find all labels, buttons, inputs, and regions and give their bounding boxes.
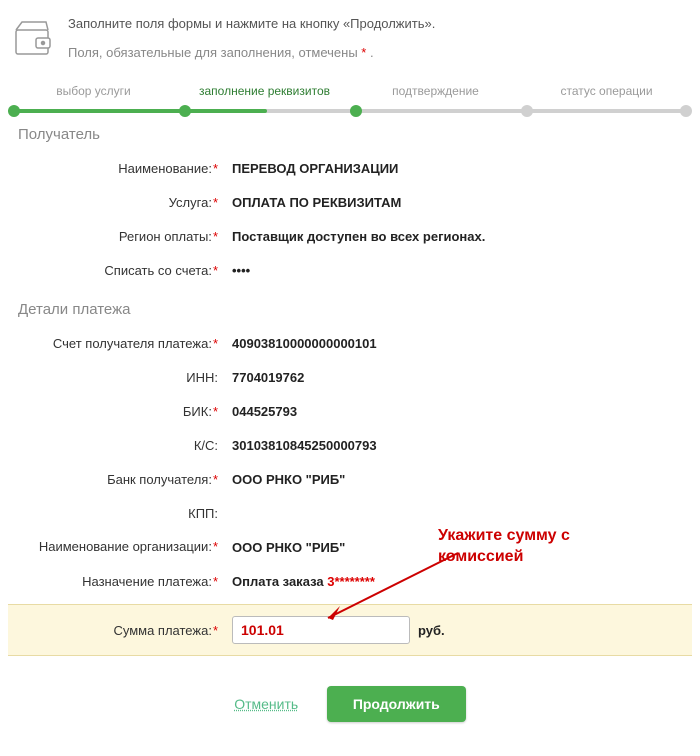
account-label: Списать со счета: <box>104 263 212 278</box>
region-label: Регион оплаты: <box>119 229 212 244</box>
amount-input[interactable] <box>232 616 410 644</box>
ks-label: К/С: <box>194 438 218 453</box>
orgname-value: ООО РНКО "РИБ" <box>222 540 345 555</box>
name-value: ПЕРЕВОД ОРГАНИЗАЦИИ <box>222 161 398 176</box>
purpose-label: Назначение платежа: <box>82 574 212 589</box>
bank-label: Банк получателя: <box>107 472 212 487</box>
bik-label: БИК: <box>183 404 212 419</box>
step-4: статус операции <box>521 84 692 98</box>
progress-stepper: выбор услуги заполнение реквизитов подтв… <box>8 87 692 101</box>
recipient-acc-label: Счет получателя платежа: <box>53 336 212 351</box>
wallet-icon <box>8 10 68 67</box>
region-value: Поставщик доступен во всех регионах. <box>222 229 485 244</box>
details-section-title: Детали платежа <box>18 301 692 318</box>
recipient-acc-value: 40903810000000000101 <box>222 336 377 351</box>
required-fields-note: Поля, обязательные для заполнения, отмеч… <box>68 43 435 64</box>
continue-button[interactable]: Продолжить <box>327 686 466 722</box>
account-value: •••• <box>222 263 250 278</box>
purpose-value: Оплата заказа 3******** <box>222 574 375 589</box>
step-3: подтверждение <box>350 84 521 98</box>
ks-value: 30103810845250000793 <box>222 438 377 453</box>
instruction-text: Заполните поля формы и нажмите на кнопку… <box>68 14 435 35</box>
bank-value: ООО РНКО "РИБ" <box>222 472 345 487</box>
step-2: заполнение реквизитов <box>179 84 350 98</box>
cancel-button[interactable]: Отменить <box>234 696 298 712</box>
service-label: Услуга: <box>169 195 212 210</box>
receiver-section-title: Получатель <box>18 126 692 143</box>
orgname-label: Наименование организации: <box>39 539 212 554</box>
kpp-label: КПП: <box>188 506 218 521</box>
step-1: выбор услуги <box>8 84 179 98</box>
service-value: ОПЛАТА ПО РЕКВИЗИТАМ <box>222 195 401 210</box>
name-label: Наименование: <box>118 161 212 176</box>
bik-value: 044525793 <box>222 404 297 419</box>
inn-label: ИНН: <box>186 370 218 385</box>
amount-label: Сумма платежа: <box>113 623 211 638</box>
inn-value: 7704019762 <box>222 370 304 385</box>
currency-label: руб. <box>418 623 445 638</box>
